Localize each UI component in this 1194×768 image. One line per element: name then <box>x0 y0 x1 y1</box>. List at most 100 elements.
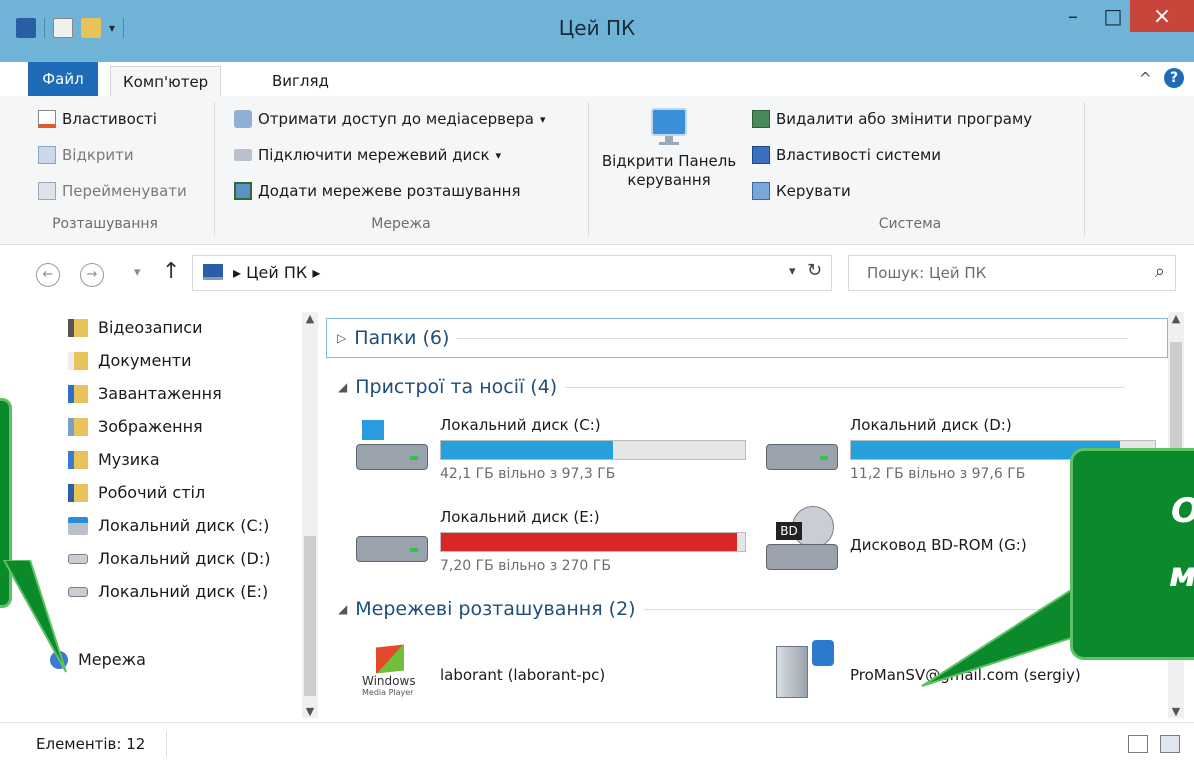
scroll-down-icon[interactable]: ▼ <box>1168 705 1184 718</box>
nav-item-drive-e[interactable]: Локальний диск (E:) <box>68 582 268 601</box>
expand-icon: ▷ <box>337 331 347 345</box>
drive-e-usage-fill <box>441 533 737 551</box>
status-divider <box>166 731 167 757</box>
refresh-icon[interactable]: ↻ <box>807 260 822 281</box>
nav-item-pictures[interactable]: Зображення <box>68 417 203 436</box>
uninstall-button[interactable]: Видалити або змінити програму <box>752 110 1032 128</box>
maximize-button[interactable]: □ <box>1096 0 1130 32</box>
nav-item-videos[interactable]: Відеозаписи <box>68 318 202 337</box>
nav-item-downloads[interactable]: Завантаження <box>68 384 222 403</box>
map-drive-button[interactable]: Підключити мережевий диск ▾ <box>234 146 501 164</box>
group-label-location: Розташування <box>52 216 158 232</box>
drive-e-free: 7,20 ГБ вільно з 270 ГБ <box>440 558 611 574</box>
nav-item-label: Відеозаписи <box>98 318 203 337</box>
tab-computer[interactable]: Комп'ютер <box>110 66 222 97</box>
add-location-button[interactable]: Додати мережеве розташування <box>234 182 520 200</box>
nav-item-drive-c[interactable]: Локальний диск (C:) <box>68 516 269 535</box>
nav-item-label: Завантаження <box>98 384 222 403</box>
search-input[interactable]: Пошук: Цей ПК <box>867 264 986 282</box>
group-network: Отримати доступ до медіасервера ▾ Підклю… <box>216 96 586 244</box>
callout-pointer-left <box>2 560 67 673</box>
media-server-icon <box>770 638 850 708</box>
drive-c-tile[interactable]: Локальний диск (C:) 42,1 ГБ вільно з 97,… <box>356 416 746 482</box>
large-icons-view-icon[interactable] <box>1160 735 1180 753</box>
group-label-network: Мережа <box>371 216 431 232</box>
scroll-up-icon[interactable]: ▲ <box>302 312 318 325</box>
nav-item-label: Локальний диск (E:) <box>98 582 269 601</box>
group-label-system: Система <box>878 216 942 232</box>
control-panel-label-line1: Відкрити Панель <box>601 152 737 170</box>
open-control-panel-button[interactable]: Відкрити Панель керування <box>600 106 738 190</box>
back-button[interactable]: ← <box>36 263 60 287</box>
drive-c-usage-bar <box>440 440 746 460</box>
scroll-down-icon[interactable]: ▼ <box>302 705 318 718</box>
nav-item-label: Локальний диск (C:) <box>98 516 270 535</box>
drive-e-tile[interactable]: Локальний диск (E:) 7,20 ГБ вільно з 270… <box>356 508 746 574</box>
minimize-button[interactable]: – <box>1050 0 1096 32</box>
nav-item-music[interactable]: Музика <box>68 450 160 469</box>
collapse-ribbon-icon[interactable]: ^ <box>1139 69 1152 88</box>
wmp-logo-text: Windows <box>362 674 416 688</box>
manage-button[interactable]: Керувати <box>752 182 851 200</box>
navigation-bar: ← → ▾ ↑ ▸ Цей ПК ▸ ▾ ↻ Пошук: Цей ПК ⌕ <box>0 245 1194 301</box>
nav-item-label: Робочий стіл <box>98 483 206 502</box>
nav-item-label: Мережа <box>78 650 146 669</box>
bd-rom-name: Дисковод BD-ROM (G:) <box>850 536 1027 554</box>
media-server-label: Отримати доступ до медіасервера <box>258 110 534 128</box>
nav-item-label: Музика <box>98 450 160 469</box>
open-icon <box>38 146 56 164</box>
control-panel-icon <box>647 106 691 146</box>
title-bar: ▾ Цей ПК – □ × <box>0 0 1194 62</box>
nav-item-label: Документи <box>98 351 192 370</box>
group-divider <box>457 337 1128 339</box>
system-drive-icon <box>68 516 88 535</box>
group-system: Видалити або змінити програму Властивост… <box>740 96 1100 244</box>
bd-badge: BD <box>776 522 802 540</box>
system-properties-button[interactable]: Властивості системи <box>752 146 941 164</box>
rename-label: Перейменувати <box>62 182 187 200</box>
dropdown-arrow-icon: ▾ <box>495 148 502 162</box>
address-dropdown-icon[interactable]: ▾ <box>789 264 796 279</box>
drive-c-name: Локальний диск (C:) <box>440 416 601 434</box>
properties-button[interactable]: Властивості <box>38 110 157 128</box>
desktop-folder-icon <box>68 483 88 502</box>
tab-view[interactable]: Вигляд <box>260 66 341 96</box>
up-button[interactable]: ↑ <box>162 259 180 284</box>
forward-button[interactable]: → <box>80 263 104 287</box>
close-button[interactable]: × <box>1130 0 1194 32</box>
system-properties-label: Властивості системи <box>776 146 942 164</box>
scroll-up-icon[interactable]: ▲ <box>1168 312 1184 325</box>
video-folder-icon <box>68 318 88 337</box>
tab-file[interactable]: Файл <box>28 62 98 96</box>
rename-button[interactable]: Перейменувати <box>38 182 187 200</box>
nav-item-documents[interactable]: Документи <box>68 351 192 370</box>
drive-c-free: 42,1 ГБ вільно з 97,3 ГБ <box>440 466 616 482</box>
nav-scroll-thumb[interactable] <box>304 536 316 696</box>
network-location-name: laborant (laborant-pc) <box>440 666 606 684</box>
search-box[interactable]: Пошук: Цей ПК ⌕ <box>848 255 1176 291</box>
dropdown-arrow-icon: ▾ <box>539 112 546 126</box>
details-view-icon[interactable] <box>1128 735 1148 753</box>
nav-item-desktop[interactable]: Робочий стіл <box>68 483 205 502</box>
breadcrumb[interactable]: ▸ Цей ПК ▸ <box>233 263 320 282</box>
search-icon[interactable]: ⌕ <box>1155 261 1165 282</box>
devices-group-header[interactable]: ◢ Пристрої та носії (4) <box>338 376 1126 398</box>
nav-item-drive-d[interactable]: Локальний диск (D:) <box>68 549 271 568</box>
open-button[interactable]: Відкрити <box>38 146 134 164</box>
map-drive-label: Підключити мережевий диск <box>258 146 490 164</box>
drive-icon <box>356 508 440 568</box>
recent-locations-icon[interactable]: ▾ <box>134 265 141 280</box>
group-divider <box>214 102 215 236</box>
devices-group-title: Пристрої та носії (4) <box>355 376 558 398</box>
address-bar[interactable]: ▸ Цей ПК ▸ ▾ ↻ <box>192 255 832 291</box>
network-location-laborant[interactable]: Windows Media Player laborant (laborant-… <box>360 644 605 704</box>
nav-scrollbar[interactable]: ▲ ▼ <box>302 312 318 718</box>
status-bar: Елементів: 12 <box>0 722 1194 768</box>
media-server-button[interactable]: Отримати доступ до медіасервера ▾ <box>234 110 545 128</box>
bd-rom-tile[interactable]: BD Дисковод BD-ROM (G:) <box>766 504 1027 574</box>
folders-group-header[interactable]: ▷ Папки (6) <box>326 318 1168 358</box>
group-divider <box>588 102 589 236</box>
manage-icon <box>752 182 770 200</box>
help-icon[interactable]: ? <box>1164 68 1184 88</box>
properties-icon <box>38 110 56 128</box>
